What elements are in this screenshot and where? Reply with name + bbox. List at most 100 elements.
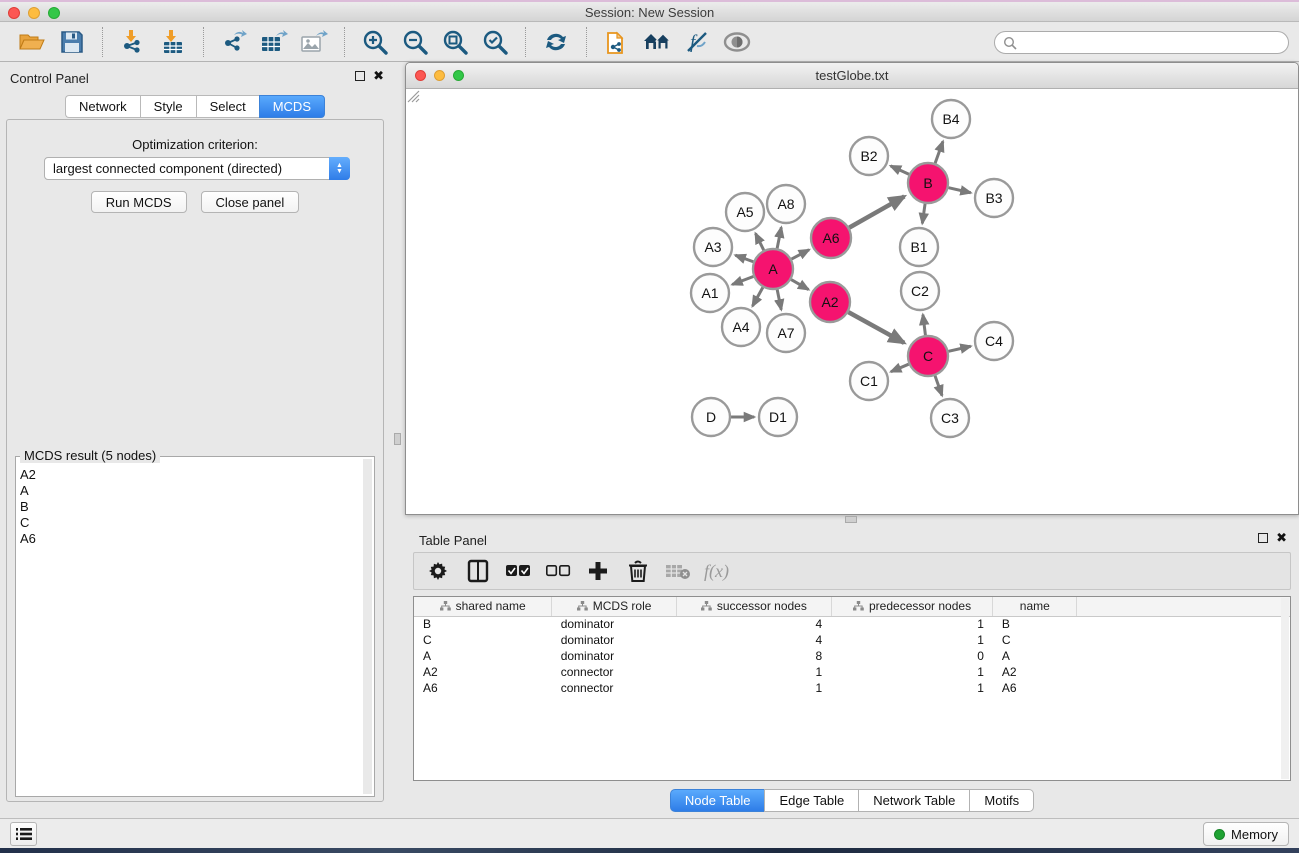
delete-table-icon[interactable] bbox=[664, 556, 692, 586]
tab-motifs[interactable]: Motifs bbox=[969, 789, 1034, 812]
table-scrollbar[interactable] bbox=[1281, 598, 1289, 779]
node-C2[interactable]: C2 bbox=[901, 272, 939, 310]
column-header[interactable]: shared name bbox=[414, 597, 552, 616]
edge-A-A2[interactable] bbox=[791, 280, 808, 290]
result-item[interactable]: A6 bbox=[20, 531, 362, 547]
node-B4[interactable]: B4 bbox=[932, 100, 970, 138]
resize-grip-icon[interactable] bbox=[407, 90, 420, 103]
search-input[interactable] bbox=[994, 31, 1289, 54]
node-C4[interactable]: C4 bbox=[975, 322, 1013, 360]
delete-icon[interactable] bbox=[624, 556, 652, 586]
float-table-panel-icon[interactable] bbox=[1258, 533, 1268, 543]
node-B3[interactable]: B3 bbox=[975, 179, 1013, 217]
zoom-in-icon[interactable] bbox=[355, 25, 395, 59]
horizontal-split-handle[interactable] bbox=[845, 516, 857, 523]
node-A1[interactable]: A1 bbox=[691, 274, 729, 312]
zoom-fit-icon[interactable] bbox=[435, 25, 475, 59]
edge-A-A1[interactable] bbox=[732, 276, 753, 284]
node-A3[interactable]: A3 bbox=[694, 228, 732, 266]
edge-B-B2[interactable] bbox=[891, 166, 909, 174]
result-item[interactable]: A bbox=[20, 483, 362, 499]
node-D[interactable]: D bbox=[692, 398, 730, 436]
settings-gear-icon[interactable] bbox=[424, 556, 452, 586]
table-row[interactable]: Adominator80A bbox=[414, 648, 1290, 664]
edge-C-C3[interactable] bbox=[935, 376, 942, 396]
column-header[interactable]: MCDS role bbox=[552, 597, 677, 616]
node-A4[interactable]: A4 bbox=[722, 308, 760, 346]
import-network-icon[interactable] bbox=[113, 25, 153, 59]
refresh-layout-icon[interactable] bbox=[536, 25, 576, 59]
table-row[interactable]: A2connector11A2 bbox=[414, 664, 1290, 680]
result-item[interactable]: B bbox=[20, 499, 362, 515]
tab-edge-table[interactable]: Edge Table bbox=[764, 789, 858, 812]
column-header[interactable]: name bbox=[993, 597, 1077, 616]
column-header[interactable]: successor nodes bbox=[676, 597, 831, 616]
node-A7[interactable]: A7 bbox=[767, 314, 805, 352]
new-session-from-network-icon[interactable] bbox=[597, 25, 637, 59]
edge-C-C2[interactable] bbox=[923, 315, 926, 336]
table-row[interactable]: Bdominator41B bbox=[414, 616, 1290, 632]
edge-A-A4[interactable] bbox=[752, 287, 762, 306]
edge-A6-B[interactable] bbox=[849, 196, 904, 227]
tab-select[interactable]: Select bbox=[196, 95, 259, 118]
close-panel-icon[interactable]: ✖ bbox=[373, 71, 384, 81]
network-window-titlebar[interactable]: testGlobe.txt bbox=[406, 63, 1298, 89]
node-A8[interactable]: A8 bbox=[767, 185, 805, 223]
node-A2[interactable]: A2 bbox=[810, 282, 850, 322]
open-session-icon[interactable] bbox=[12, 25, 52, 59]
node-B1[interactable]: B1 bbox=[900, 228, 938, 266]
save-session-icon[interactable] bbox=[52, 25, 92, 59]
add-column-icon[interactable] bbox=[584, 556, 612, 586]
import-table-icon[interactable] bbox=[153, 25, 193, 59]
export-network-icon[interactable] bbox=[214, 25, 254, 59]
edge-A-A3[interactable] bbox=[735, 255, 753, 262]
tab-node-table[interactable]: Node Table bbox=[670, 789, 765, 812]
node-A[interactable]: A bbox=[753, 249, 793, 289]
close-table-panel-icon[interactable]: ✖ bbox=[1276, 533, 1287, 543]
edge-A-A7[interactable] bbox=[777, 290, 781, 310]
network-canvas[interactable]: B4B2BB3A8A5A6A3B1AC2A1A2A4A7C4CC1DD1C3 bbox=[407, 90, 1297, 513]
edge-A2-C[interactable] bbox=[848, 312, 904, 343]
node-table[interactable]: shared nameMCDS rolesuccessor nodesprede… bbox=[413, 596, 1291, 781]
table-row[interactable]: A6connector11A6 bbox=[414, 680, 1290, 696]
show-graphics-details-icon[interactable] bbox=[717, 25, 757, 59]
memory-button[interactable]: Memory bbox=[1203, 822, 1289, 846]
task-history-button[interactable] bbox=[10, 822, 37, 846]
close-panel-button[interactable]: Close panel bbox=[201, 191, 300, 213]
edge-B-B1[interactable] bbox=[922, 204, 925, 224]
node-D1[interactable]: D1 bbox=[759, 398, 797, 436]
result-item[interactable]: A2 bbox=[20, 467, 362, 483]
hide-annotations-icon[interactable]: f bbox=[677, 25, 717, 59]
run-mcds-button[interactable]: Run MCDS bbox=[91, 191, 187, 213]
edge-A-A5[interactable] bbox=[755, 233, 763, 250]
function-builder-icon[interactable]: f(x) bbox=[704, 561, 729, 582]
vertical-split-handle[interactable] bbox=[394, 433, 401, 445]
column-layout-icon[interactable] bbox=[464, 556, 492, 586]
edge-A-A8[interactable] bbox=[777, 227, 781, 248]
table-row[interactable]: Cdominator41C bbox=[414, 632, 1290, 648]
tab-mcds[interactable]: MCDS bbox=[259, 95, 325, 118]
node-B2[interactable]: B2 bbox=[850, 137, 888, 175]
node-C1[interactable]: C1 bbox=[850, 362, 888, 400]
node-A6[interactable]: A6 bbox=[811, 218, 851, 258]
tab-style[interactable]: Style bbox=[140, 95, 196, 118]
float-panel-icon[interactable] bbox=[355, 71, 365, 81]
node-B[interactable]: B bbox=[908, 163, 948, 203]
edge-A-A6[interactable] bbox=[792, 250, 810, 259]
result-item[interactable]: C bbox=[20, 515, 362, 531]
search-field[interactable] bbox=[1017, 36, 1288, 50]
edge-B-B4[interactable] bbox=[935, 141, 943, 163]
criterion-dropdown[interactable]: largest connected component (directed) ▲… bbox=[44, 157, 350, 180]
edge-C-C4[interactable] bbox=[948, 346, 970, 351]
export-table-icon[interactable] bbox=[254, 25, 294, 59]
mcds-result-list[interactable]: A2ABCA6 bbox=[20, 467, 362, 794]
tab-network[interactable]: Network bbox=[65, 95, 140, 118]
edge-C-C1[interactable] bbox=[891, 364, 909, 372]
export-image-icon[interactable] bbox=[294, 25, 334, 59]
tab-network-table[interactable]: Network Table bbox=[858, 789, 969, 812]
node-C[interactable]: C bbox=[908, 336, 948, 376]
zoom-selected-icon[interactable] bbox=[475, 25, 515, 59]
result-scrollbar[interactable] bbox=[363, 459, 372, 794]
edge-B-B3[interactable] bbox=[948, 188, 970, 193]
node-A5[interactable]: A5 bbox=[726, 193, 764, 231]
